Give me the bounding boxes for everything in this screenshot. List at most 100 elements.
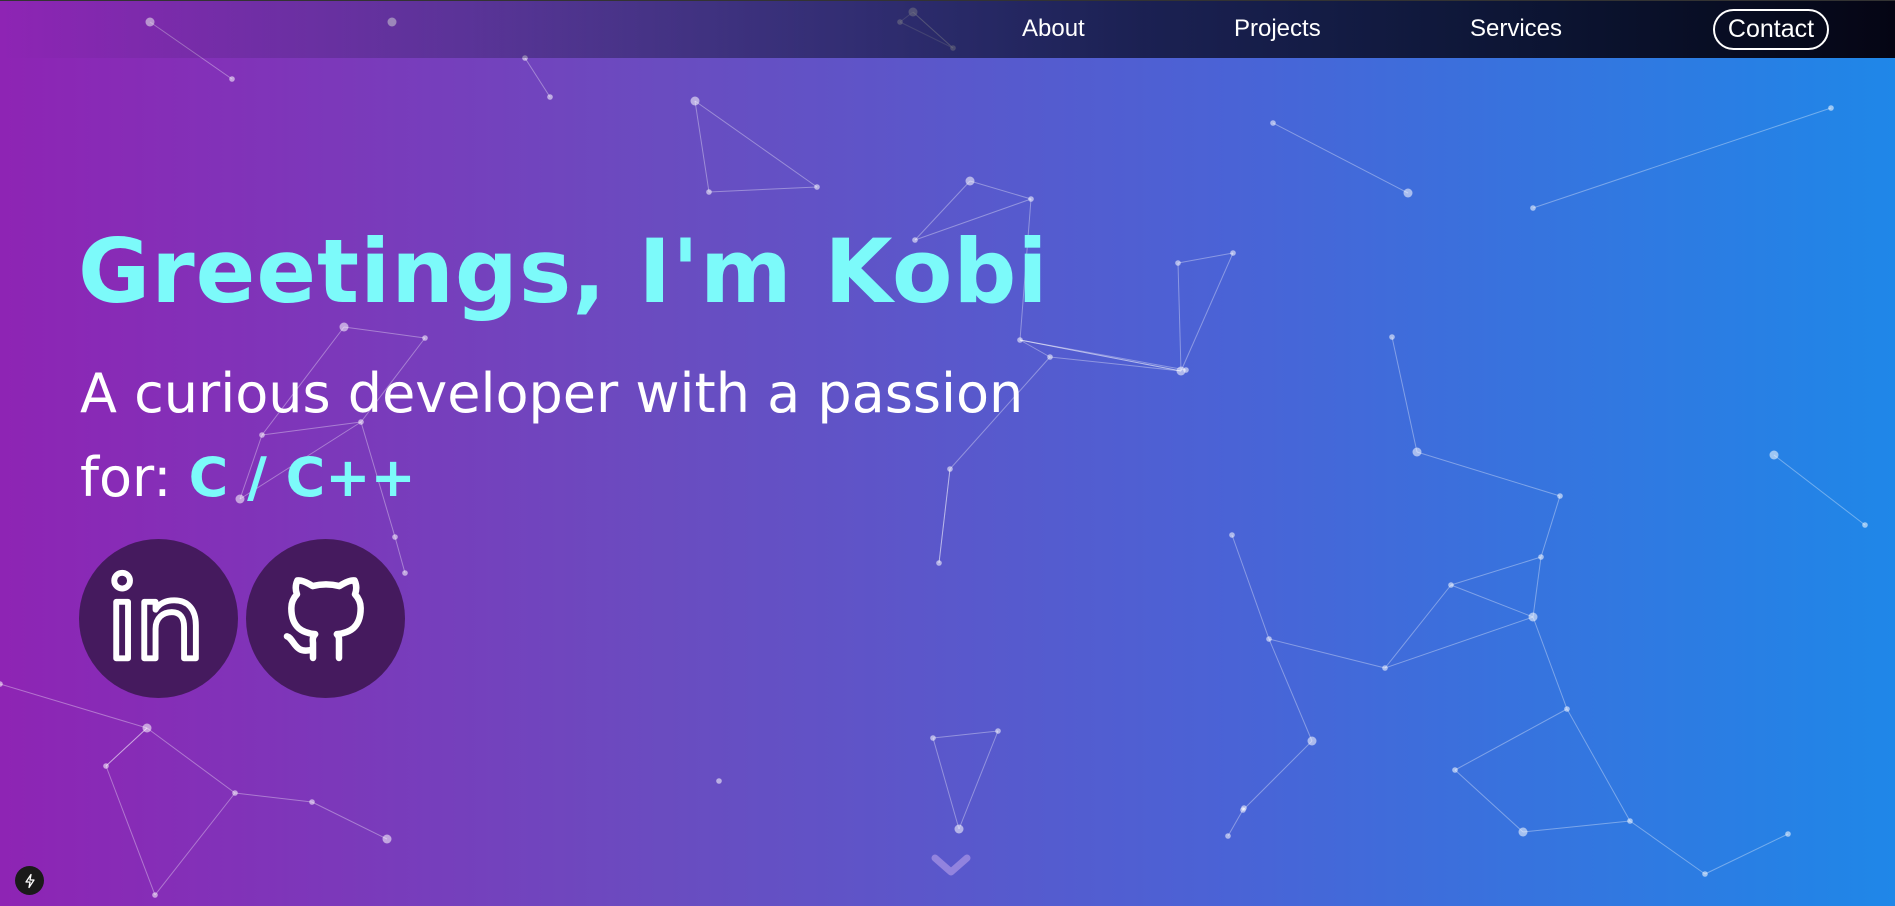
network-link xyxy=(958,730,999,830)
network-node xyxy=(309,799,315,805)
network-link xyxy=(1231,534,1270,640)
network-node xyxy=(1266,636,1272,642)
network-link xyxy=(1450,584,1534,618)
network-link xyxy=(1532,556,1542,618)
network-node xyxy=(930,735,936,741)
network-link xyxy=(1454,708,1568,771)
network-link xyxy=(1532,616,1568,710)
network-node xyxy=(1862,522,1868,528)
network-node xyxy=(402,570,408,576)
network-link xyxy=(1242,740,1313,811)
network-node xyxy=(1183,367,1189,373)
network-node xyxy=(1528,612,1538,622)
network-link xyxy=(694,100,818,188)
network-link xyxy=(105,727,148,767)
network-link xyxy=(1773,454,1866,526)
network-link xyxy=(1268,638,1386,669)
network-node xyxy=(1538,554,1544,560)
nav-services-link[interactable]: Services xyxy=(1470,12,1562,46)
network-node xyxy=(232,790,238,796)
hero-title: Greetings, I'm Kobi xyxy=(78,220,1049,323)
network-link xyxy=(1177,262,1182,372)
network-node xyxy=(716,778,722,784)
network-node xyxy=(1828,105,1834,111)
network-node xyxy=(1785,831,1791,837)
network-link xyxy=(708,186,818,193)
network-node xyxy=(1627,818,1633,824)
top-navbar: About Projects Services Contact xyxy=(0,0,1895,58)
network-node xyxy=(1452,767,1458,773)
network-node xyxy=(690,96,700,106)
network-node xyxy=(142,723,152,733)
hero-subtitle: A curious developer with a passion for: … xyxy=(80,352,1080,520)
network-node xyxy=(936,560,942,566)
network-node xyxy=(392,534,398,540)
nav-about-link[interactable]: About xyxy=(1022,12,1085,46)
network-node xyxy=(965,176,975,186)
network-link xyxy=(394,536,406,574)
linkedin-icon xyxy=(110,569,199,661)
network-link xyxy=(343,326,426,339)
network-link xyxy=(1272,122,1409,194)
network-link xyxy=(1704,833,1789,875)
network-node xyxy=(1530,205,1536,211)
lightning-icon xyxy=(24,873,35,888)
nav-projects-link[interactable]: Projects xyxy=(1234,12,1321,46)
network-link xyxy=(1629,820,1706,875)
github-button[interactable] xyxy=(246,539,405,698)
network-node xyxy=(995,728,1001,734)
network-link xyxy=(1532,107,1832,209)
network-link xyxy=(1180,252,1234,372)
hero-skill-highlight: C / C++ xyxy=(188,446,416,509)
network-node xyxy=(152,892,158,898)
network-link xyxy=(1268,638,1313,742)
network-node xyxy=(1403,188,1413,198)
network-node xyxy=(0,681,3,687)
network-node xyxy=(1412,447,1422,457)
network-node xyxy=(1270,120,1276,126)
network-node xyxy=(1241,805,1247,811)
network-node xyxy=(1230,250,1236,256)
network-link xyxy=(1416,451,1561,497)
network-node xyxy=(422,335,428,341)
network-node xyxy=(1702,871,1708,877)
network-node xyxy=(1175,260,1181,266)
dev-indicator-button[interactable] xyxy=(15,866,44,895)
network-link xyxy=(1391,336,1418,453)
network-node xyxy=(1229,532,1235,538)
hero-subtitle-line1: A curious developer with a passion xyxy=(80,362,1024,425)
network-node xyxy=(103,763,109,769)
network-node xyxy=(1225,833,1231,839)
network-link xyxy=(146,727,236,794)
hero-subtitle-prefix: for: xyxy=(80,446,172,509)
nav-contact-button[interactable]: Contact xyxy=(1713,9,1829,50)
network-link xyxy=(1384,616,1534,669)
network-link xyxy=(969,180,1032,200)
network-node xyxy=(339,322,349,332)
linkedin-button[interactable] xyxy=(79,539,238,698)
network-link xyxy=(694,100,710,193)
network-link xyxy=(932,737,960,830)
github-icon xyxy=(283,576,364,661)
network-node xyxy=(1769,450,1779,460)
network-link xyxy=(1450,556,1542,586)
chevron-down-icon[interactable] xyxy=(929,852,973,878)
network-link xyxy=(1384,584,1452,669)
network-node xyxy=(954,824,964,834)
network-link xyxy=(524,57,551,98)
network-link xyxy=(154,792,236,896)
network-link xyxy=(1566,708,1631,822)
network-node xyxy=(706,189,712,195)
network-link xyxy=(1177,252,1234,264)
network-node xyxy=(229,76,235,82)
network-node xyxy=(1017,337,1023,343)
network-node xyxy=(547,94,553,100)
network-link xyxy=(1454,769,1524,833)
network-link xyxy=(311,801,388,840)
network-node xyxy=(814,184,820,190)
network-node xyxy=(1518,827,1528,837)
network-node xyxy=(1448,582,1454,588)
network-node xyxy=(1307,736,1317,746)
network-node xyxy=(382,834,392,844)
network-node xyxy=(1028,196,1034,202)
